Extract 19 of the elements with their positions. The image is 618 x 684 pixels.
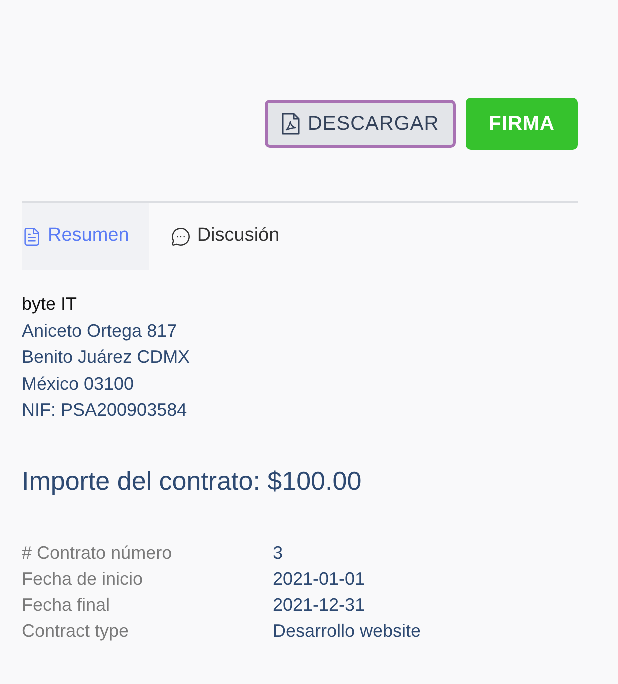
contract-amount-heading: Importe del contrato: $100.00: [22, 464, 362, 498]
tab[interactable]: Discusión: [149, 203, 300, 270]
download-button[interactable]: DESCARGAR: [264, 100, 456, 148]
pdf-file-icon: [282, 113, 300, 135]
address-line: NIF: PSA200903584: [22, 399, 188, 422]
address-line: Benito Juárez CDMX: [22, 346, 190, 369]
document-icon: [22, 226, 42, 246]
detail-label: Fecha final: [22, 594, 110, 616]
address-line: México 03100: [22, 372, 134, 396]
detail-value: Desarrollo website: [273, 620, 422, 642]
detail-label: Contract type: [22, 620, 130, 643]
company-name: byte IT: [22, 293, 78, 316]
detail-value: 2021-12-31: [273, 594, 366, 616]
address-line: Aniceto Ortega 817: [22, 320, 178, 343]
detail-value: 3: [273, 542, 284, 564]
detail-label: # Contrato número: [22, 542, 172, 564]
detail-value: 2021-01-01: [273, 568, 366, 590]
detail-label: Fecha de inicio: [22, 568, 144, 590]
chat-bubble-icon: [171, 226, 192, 246]
